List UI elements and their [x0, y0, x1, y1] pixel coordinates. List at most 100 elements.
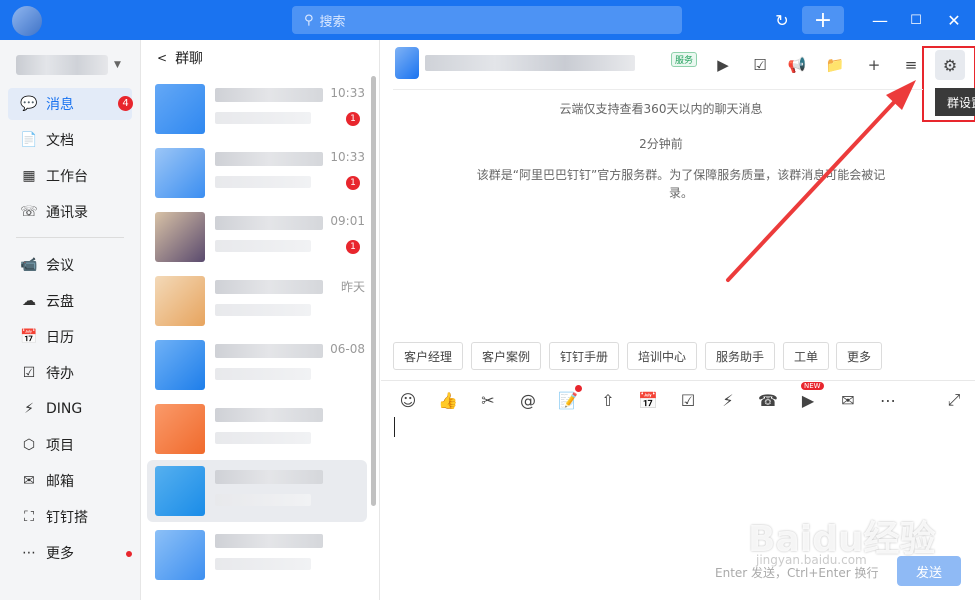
- list-item[interactable]: 10:33 1: [147, 78, 367, 140]
- conversation-preview-blurred: [215, 176, 311, 188]
- builder-icon: ⛶: [24, 509, 34, 525]
- sidebar-item-mail[interactable]: ✉ 邮箱: [8, 465, 132, 497]
- todo-icon[interactable]: ☑: [677, 389, 699, 411]
- group-chat-header[interactable]: < 群聊: [157, 48, 203, 68]
- quick-action-button[interactable]: 培训中心: [627, 342, 698, 370]
- list-item[interactable]: [147, 398, 367, 460]
- at-icon[interactable]: @: [517, 389, 539, 411]
- sidebar: ▼ 💬 消息 4 📄 文档 ▦ 工作台 ☏ 通讯录 📹 会议 ☁ 云盘 📅 日历…: [0, 40, 141, 600]
- mail-icon[interactable]: ✉: [837, 389, 859, 411]
- sidebar-item-docs[interactable]: 📄 文档: [8, 124, 132, 156]
- scrollbar[interactable]: [371, 76, 376, 506]
- back-icon[interactable]: <: [157, 51, 167, 65]
- sidebar-item-label: 邮箱: [46, 474, 74, 490]
- sidebar-item-label: 通讯录: [46, 205, 88, 221]
- quick-action-button[interactable]: 客户经理: [393, 342, 464, 370]
- conversation-name-blurred: [215, 470, 323, 484]
- emoji-icon[interactable]: ☺: [397, 389, 419, 411]
- notification-dot: [575, 385, 582, 392]
- sidebar-item-messages[interactable]: 💬 消息 4: [8, 88, 133, 120]
- sidebar-item-more[interactable]: ⋯ 更多: [8, 537, 132, 569]
- conversation-time: 06-08: [330, 342, 365, 356]
- live-stream-icon[interactable]: ▶: [797, 389, 819, 411]
- sidebar-item-label: 文档: [46, 133, 74, 149]
- title-bar: ⚲ 搜索 ↻ + — ☐ ✕: [0, 0, 975, 40]
- sidebar-item-drive[interactable]: ☁ 云盘: [8, 285, 132, 317]
- search-input[interactable]: ⚲ 搜索: [292, 6, 682, 34]
- sidebar-item-label: 日历: [46, 330, 74, 346]
- sidebar-item-project[interactable]: ⬡ 项目: [8, 429, 132, 461]
- minimize-button[interactable]: —: [866, 6, 894, 34]
- live-icon[interactable]: ▶: [711, 53, 735, 77]
- quick-action-button[interactable]: 更多: [836, 342, 883, 370]
- task-check-icon[interactable]: ☑: [748, 53, 772, 77]
- sidebar-item-label: 更多: [46, 546, 74, 562]
- quick-action-button[interactable]: 服务助手: [705, 342, 776, 370]
- conversation-name-blurred: [215, 280, 323, 294]
- document-icon: 📄: [20, 132, 38, 148]
- divider: [393, 89, 923, 90]
- list-item[interactable]: [147, 524, 367, 586]
- sidebar-item-dingda[interactable]: ⛶ 钉钉搭: [8, 501, 132, 533]
- conversation-preview-blurred: [215, 494, 311, 506]
- avatar: [155, 466, 205, 516]
- conversation-time: 09:01: [330, 214, 365, 228]
- avatar: [155, 276, 205, 326]
- avatar: [155, 404, 205, 454]
- chevron-down-icon: ▼: [114, 60, 121, 70]
- announcement-icon[interactable]: 📢: [785, 53, 809, 77]
- account-switcher[interactable]: ▼: [16, 52, 126, 78]
- doc-plus-icon[interactable]: 📝: [557, 389, 579, 411]
- conversation-name-blurred: [215, 408, 323, 422]
- sidebar-item-workbench[interactable]: ▦ 工作台: [8, 160, 132, 192]
- avatar: [155, 212, 205, 262]
- conversation-name-blurred: [215, 152, 323, 166]
- list-item-selected[interactable]: [147, 460, 367, 522]
- conversation-time: 昨天: [340, 280, 365, 294]
- add-member-icon[interactable]: +: [862, 53, 886, 77]
- list-item[interactable]: 06-08: [147, 334, 367, 396]
- conversation-list: < 群聊 10:33 1 10:33 1 09:01 1 昨天 06-08: [141, 40, 380, 600]
- sidebar-item-label: 项目: [46, 438, 74, 454]
- sidebar-item-label: 待办: [46, 366, 74, 382]
- search-history-icon[interactable]: ≡: [899, 53, 923, 77]
- sidebar-item-calendar[interactable]: 📅 日历: [8, 321, 132, 353]
- retention-notice: 云端仅支持查看360天以内的聊天消息: [559, 102, 763, 116]
- conversation-name-blurred: [215, 216, 323, 230]
- sidebar-item-label: 消息: [46, 97, 74, 113]
- sidebar-item-contacts[interactable]: ☏ 通讯录: [8, 196, 132, 228]
- quick-action-button[interactable]: 工单: [783, 342, 830, 370]
- ding-icon[interactable]: ⚡: [717, 389, 739, 411]
- more-icon[interactable]: ⋯: [877, 389, 899, 411]
- list-item[interactable]: 09:01 1: [147, 206, 367, 268]
- phone-icon[interactable]: ☎: [757, 389, 779, 411]
- sidebar-item-label: DING: [46, 401, 83, 417]
- scissors-icon[interactable]: ✂: [477, 389, 499, 411]
- quick-action-button[interactable]: 钉钉手册: [549, 342, 620, 370]
- expand-icon[interactable]: ⤢: [943, 389, 965, 411]
- quick-action-button[interactable]: 客户案例: [471, 342, 542, 370]
- sidebar-item-meeting[interactable]: 📹 会议: [8, 249, 132, 281]
- unread-badge: 1: [346, 176, 360, 190]
- meeting-icon: 📹: [20, 257, 38, 273]
- sidebar-item-ding[interactable]: ⚡ DING: [8, 393, 132, 425]
- calendar-icon[interactable]: 📅: [637, 389, 659, 411]
- list-item[interactable]: 10:33 1: [147, 142, 367, 204]
- close-button[interactable]: ✕: [940, 6, 968, 34]
- folder-icon[interactable]: 📁: [823, 53, 847, 77]
- sidebar-item-todo[interactable]: ☑ 待办: [8, 357, 132, 389]
- user-avatar[interactable]: [12, 6, 42, 36]
- maximize-button[interactable]: ☐: [902, 6, 930, 34]
- unread-badge: 1: [346, 240, 360, 254]
- sidebar-item-label: 工作台: [46, 169, 88, 185]
- upload-icon[interactable]: ⇧: [597, 389, 619, 411]
- conversation-preview-blurred: [215, 240, 311, 252]
- thumbs-up-icon[interactable]: 👍: [437, 389, 459, 411]
- chat-title[interactable]: [395, 46, 635, 80]
- history-icon[interactable]: ↻: [768, 6, 796, 34]
- calendar-icon: 📅: [20, 329, 38, 345]
- message-input[interactable]: [394, 417, 395, 437]
- add-button[interactable]: +: [802, 6, 844, 34]
- list-item[interactable]: 昨天: [147, 270, 367, 332]
- cloud-icon: ☁: [22, 293, 36, 309]
